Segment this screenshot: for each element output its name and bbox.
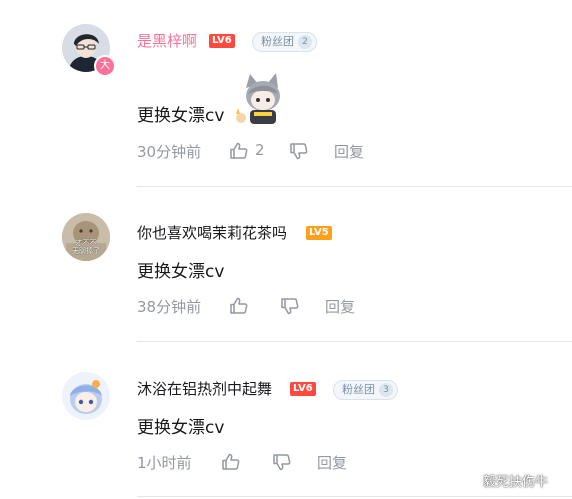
level-badge: LV6 (290, 382, 316, 396)
username[interactable]: 你也喜欢喝茉莉花茶吗 (137, 224, 287, 242)
username[interactable]: 沐浴在铝热剂中起舞 (137, 380, 272, 398)
like-icon[interactable] (229, 141, 249, 161)
fan-club-badge[interactable]: 粉丝团 2 (252, 32, 317, 52)
level-badge: LV6 (209, 34, 235, 48)
comment-time: 38分钟前 (137, 298, 202, 316)
divider (137, 496, 572, 497)
sticker-cat-girl (236, 73, 280, 124)
fan-club-level: 2 (298, 35, 312, 49)
avatar-vip-badge: 大 (94, 55, 116, 77)
comment-time: 30分钟前 (137, 143, 202, 161)
avatar[interactable] (62, 372, 110, 420)
comment-text: 更换女漂cv (137, 262, 225, 282)
fan-club-label: 粉丝团 (342, 383, 375, 396)
dislike-icon[interactable] (272, 452, 292, 472)
divider (137, 341, 572, 342)
like-count: 2 (255, 141, 265, 159)
dislike-icon[interactable] (289, 141, 309, 161)
level-badge: LV5 (306, 226, 332, 240)
avatar-caption: 才不不 无聊捧了 (72, 239, 100, 255)
comment-time: 1小时前 (137, 454, 192, 472)
dislike-icon[interactable] (280, 296, 300, 316)
reply-button[interactable]: 回复 (317, 452, 347, 473)
fan-club-badge[interactable]: 粉丝团 3 (333, 380, 398, 400)
comment-item-1: 大 是黑梓啊 LV6 粉丝团 2 更换女漂cv 30分钟前 2 回复 (0, 0, 572, 190)
watermark: 毅死扶伤牛 (483, 475, 549, 490)
divider (137, 186, 572, 187)
like-icon[interactable] (221, 452, 241, 472)
reply-button[interactable]: 回复 (325, 296, 355, 317)
fan-club-label: 粉丝团 (261, 35, 294, 48)
like-icon[interactable] (229, 296, 249, 316)
comment-text: 更换女漂cv (137, 106, 225, 126)
avatar-image (62, 372, 110, 420)
fan-club-level: 3 (379, 383, 393, 397)
comment-text: 更换女漂cv (137, 418, 225, 438)
comment-item-2: 才不不 无聊捧了 你也喜欢喝茉莉花茶吗 LV5 更换女漂cv 38分钟前 回复 (0, 190, 572, 345)
username[interactable]: 是黑梓啊 (137, 32, 197, 50)
reply-button[interactable]: 回复 (334, 141, 364, 162)
